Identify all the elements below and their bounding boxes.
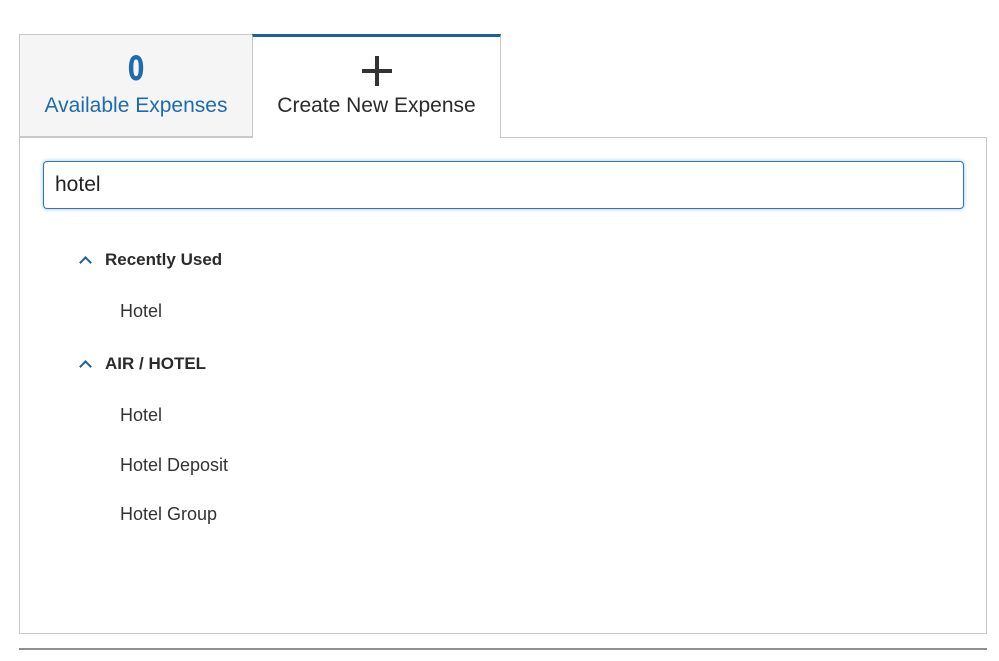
expense-tabs: 0 Available Expenses Create New Expense (19, 34, 501, 138)
expense-type-option[interactable]: Hotel Deposit (120, 452, 228, 478)
available-expenses-count: 0 (127, 49, 145, 89)
expense-type-option[interactable]: Hotel Group (120, 501, 217, 527)
chevron-up-icon (80, 359, 90, 369)
expense-type-option[interactable]: Hotel (120, 298, 162, 324)
group-header-air-hotel[interactable]: AIR / HOTEL (80, 352, 206, 376)
plus-icon (361, 56, 392, 86)
group-header-recently-used[interactable]: Recently Used (80, 248, 222, 272)
tab-available-expenses[interactable]: 0 Available Expenses (19, 34, 252, 137)
expense-type-option[interactable]: Hotel (120, 402, 162, 428)
tab-create-new-expense[interactable]: Create New Expense (252, 34, 501, 138)
tab-create-new-expense-label: Create New Expense (277, 94, 476, 117)
group-label-air-hotel: AIR / HOTEL (105, 354, 207, 373)
bottom-divider (19, 648, 987, 650)
group-label-recently-used: Recently Used (105, 250, 223, 269)
chevron-up-icon (80, 255, 90, 265)
expense-type-search-input[interactable] (43, 161, 964, 209)
tab-available-expenses-label: Available Expenses (44, 94, 228, 117)
create-expense-panel: Recently Used Hotel AIR / HOTEL Hotel Ho… (19, 137, 987, 634)
